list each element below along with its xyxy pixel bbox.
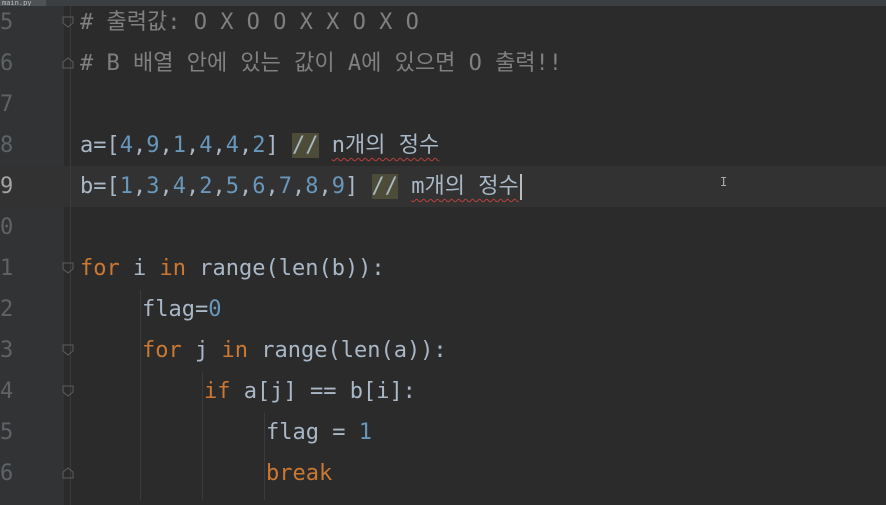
code-line-if[interactable]: if a[j] == b[i]: <box>204 371 416 412</box>
fold-start-icon[interactable] <box>62 385 74 397</box>
code-token: a[j] == b[i]: <box>230 379 416 404</box>
line-number: 7 <box>0 92 14 117</box>
indent-guide <box>140 290 141 500</box>
comma-token: , <box>186 174 200 199</box>
line-number: 4 <box>0 379 14 404</box>
code-token: flag= <box>142 297 209 322</box>
line-number: 8 <box>0 133 14 158</box>
number-token: 9 <box>331 174 345 199</box>
number-token: 4 <box>199 133 213 158</box>
code-token: range(len(a)): <box>248 338 447 363</box>
line-number: 3 <box>0 338 14 363</box>
indent-guide <box>202 372 203 500</box>
comma-token: , <box>133 133 147 158</box>
comma-token: , <box>292 174 306 199</box>
mouse-ibeam-icon: I <box>720 175 728 189</box>
comma-token: , <box>318 174 332 199</box>
number-token: 0 <box>208 297 222 322</box>
comma-token: , <box>265 174 279 199</box>
line-number: 2 <box>0 297 14 322</box>
number-token: 1 <box>119 174 133 199</box>
number-token: 5 <box>225 174 239 199</box>
code-line-for-j[interactable]: for j in range(len(a)): <box>142 330 447 371</box>
code-line-for-i[interactable]: for i in range(len(b)): <box>80 248 385 289</box>
keyword-for: for <box>142 338 182 363</box>
code-line-array-a[interactable]: a=[4,9,1,4,4,2] // n개의 정수 <box>80 125 439 166</box>
number-token: 2 <box>252 133 266 158</box>
fold-start-icon[interactable] <box>62 262 74 274</box>
fold-start-icon[interactable] <box>62 344 74 356</box>
number-token: 8 <box>305 174 319 199</box>
code-token: ] <box>345 174 372 199</box>
keyword-break: break <box>266 461 333 486</box>
code-token: flag = <box>266 420 359 445</box>
number-token: 1 <box>358 420 372 445</box>
number-token: 6 <box>252 174 266 199</box>
number-token: 3 <box>146 174 160 199</box>
keyword-in: in <box>159 256 187 281</box>
code-comment-output[interactable]: # 출력값: O X O O X X O X O <box>80 2 419 43</box>
code-token-typo: m개의 정수 <box>411 174 519 199</box>
number-token: 4 <box>172 174 186 199</box>
fold-end-icon[interactable] <box>62 467 74 479</box>
code-token: range(len(b)): <box>186 256 385 281</box>
fold-start-icon[interactable] <box>62 16 74 28</box>
gutter-separator <box>70 6 71 505</box>
line-number: 6 <box>0 51 14 76</box>
keyword-if: if <box>204 379 231 404</box>
code-token: ] <box>265 133 292 158</box>
line-number: 6 <box>0 461 14 486</box>
comma-token: , <box>159 133 173 158</box>
line-number: 0 <box>0 215 14 240</box>
line-number-current: 9 <box>0 174 14 199</box>
indent-guide <box>264 413 265 500</box>
code-comment-description[interactable]: # B 배열 안에 있는 값이 A에 있으면 O 출력!! <box>80 43 562 84</box>
comma-token: , <box>212 174 226 199</box>
highlighted-operator: // <box>292 133 319 158</box>
code-token: a=[ <box>80 133 120 158</box>
code-line-break[interactable]: break <box>266 453 332 494</box>
number-token: 2 <box>199 174 213 199</box>
fold-end-icon[interactable] <box>62 57 74 69</box>
code-token: j <box>181 338 222 363</box>
code-line-flag-init[interactable]: flag=0 <box>142 289 221 330</box>
line-number: 5 <box>0 420 14 445</box>
line-number: 5 <box>0 10 14 35</box>
keyword-for: for <box>80 256 120 281</box>
highlighted-operator: // <box>371 174 398 199</box>
number-token: 9 <box>146 133 160 158</box>
number-token: 4 <box>225 133 239 158</box>
comma-token: , <box>239 133 253 158</box>
code-token: b=[ <box>80 174 120 199</box>
comma-token: , <box>212 133 226 158</box>
comma-token: , <box>239 174 253 199</box>
comma-token: , <box>186 133 200 158</box>
text-cursor <box>519 174 522 200</box>
code-token-typo: n개의 정수 <box>331 133 440 158</box>
code-line-flag-set[interactable]: flag = 1 <box>266 412 372 453</box>
number-token: 4 <box>119 133 133 158</box>
comma-token: , <box>133 174 147 199</box>
line-number: 1 <box>0 256 14 281</box>
comma-token: , <box>159 174 173 199</box>
number-token: 7 <box>278 174 292 199</box>
code-line-array-b[interactable]: b=[1,3,4,2,5,6,7,8,9] // m개의 정수 <box>80 166 522 207</box>
number-token: 1 <box>172 133 186 158</box>
keyword-in: in <box>221 338 249 363</box>
code-token: i <box>119 256 160 281</box>
